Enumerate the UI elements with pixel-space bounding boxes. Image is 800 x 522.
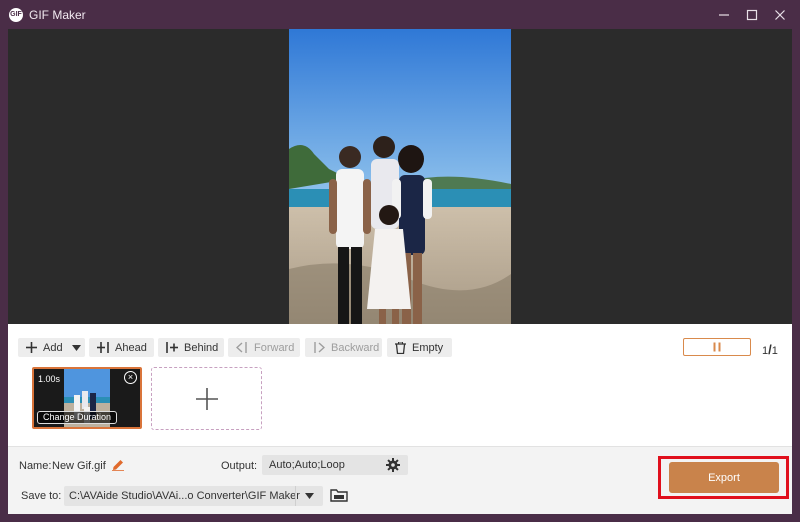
change-duration-button[interactable]: Change Duration: [37, 411, 118, 424]
backward-icon: [313, 342, 325, 353]
plus-icon: [26, 342, 37, 353]
window-title: GIF Maker: [29, 7, 86, 22]
forward-icon: [236, 342, 248, 353]
main-content: Add Ahead Behind Forward Backward Empty …: [8, 29, 792, 514]
ahead-button[interactable]: Ahead: [89, 338, 154, 357]
name-value: New Gif.gif: [52, 460, 106, 472]
trash-icon: [395, 341, 406, 354]
folder-icon[interactable]: [330, 487, 348, 503]
output-value: Auto;Auto;Loop: [269, 459, 345, 471]
save-path-value: C:\AVAide Studio\AVAi...o Converter\GIF …: [69, 490, 300, 502]
behind-button[interactable]: Behind: [158, 338, 224, 357]
frame-thumbnail[interactable]: 1.00s × Change Duration: [32, 367, 142, 429]
settings-panel: Name: New Gif.gif Output: Auto;Auto;Loop…: [8, 447, 792, 514]
forward-button[interactable]: Forward: [228, 338, 300, 357]
ahead-label: Ahead: [115, 341, 147, 354]
chevron-down-icon: [305, 493, 314, 499]
frames-strip: 1.00s × Change Duration: [8, 365, 792, 435]
close-icon: [775, 9, 785, 20]
maximize-button[interactable]: [738, 0, 766, 29]
maximize-icon: [746, 9, 758, 20]
gif-preview-area: [8, 29, 792, 324]
output-settings-field[interactable]: Auto;Auto;Loop: [262, 455, 408, 475]
add-button[interactable]: Add: [18, 338, 85, 357]
insert-ahead-icon: [97, 342, 109, 353]
add-frame-button[interactable]: [151, 367, 262, 430]
plus-icon: [195, 387, 218, 410]
save-to-label: Save to:: [21, 490, 62, 502]
app-icon-text: GIF: [10, 11, 22, 18]
behind-label: Behind: [184, 341, 219, 354]
preview-photo: [289, 29, 511, 324]
export-button[interactable]: Export: [669, 462, 779, 493]
title-bar: GIF GIF Maker: [0, 0, 800, 29]
save-path-dropdown[interactable]: [295, 486, 323, 506]
backward-label: Backward: [331, 341, 380, 354]
add-dropdown-arrow-icon[interactable]: [71, 344, 81, 351]
gif-maker-logo-icon: GIF: [9, 7, 23, 22]
page-counter: 1/1: [762, 342, 778, 357]
add-label: Add: [43, 341, 63, 354]
window-controls: [710, 0, 794, 29]
remove-frame-close-icon[interactable]: ×: [124, 371, 137, 384]
minimize-button[interactable]: [710, 0, 738, 29]
pause-icon: [713, 342, 721, 352]
frame-toolbar: Add Ahead Behind Forward Backward Empty …: [8, 335, 792, 359]
gear-icon[interactable]: [386, 458, 400, 472]
insert-behind-icon: [166, 342, 178, 353]
empty-button[interactable]: Empty: [387, 338, 452, 357]
minimize-icon: [719, 13, 729, 16]
forward-label: Forward: [254, 341, 295, 354]
page-total: 1: [771, 345, 778, 357]
frame-duration: 1.00s: [38, 374, 61, 384]
empty-label: Empty: [412, 341, 444, 354]
output-label: Output:: [221, 460, 258, 472]
close-window-button[interactable]: [766, 0, 794, 29]
name-label: Name:: [19, 460, 52, 472]
backward-button[interactable]: Backward: [305, 338, 382, 357]
save-path-field[interactable]: C:\AVAide Studio\AVAi...o Converter\GIF …: [64, 486, 323, 506]
pause-button[interactable]: [683, 338, 751, 356]
edit-pencil-icon[interactable]: [112, 459, 124, 471]
